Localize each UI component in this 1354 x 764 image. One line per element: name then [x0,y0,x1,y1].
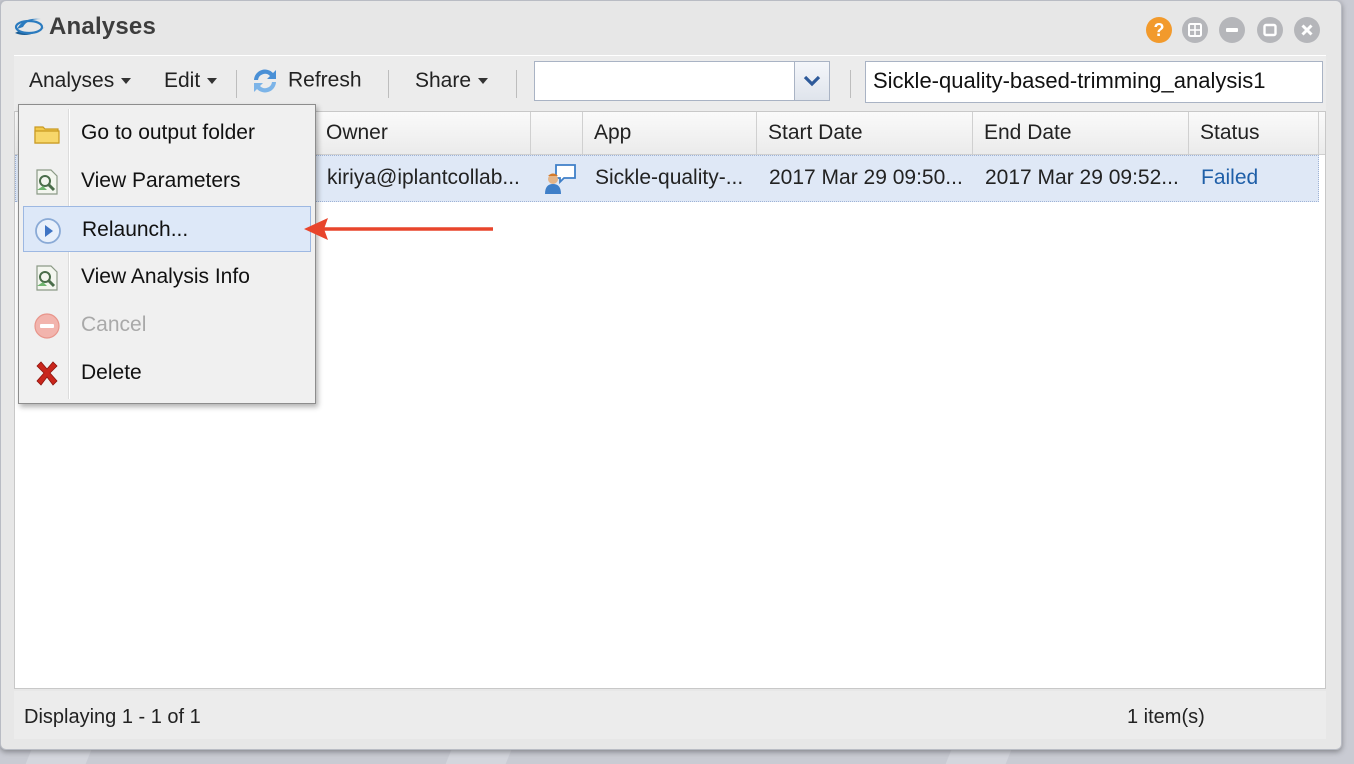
menu-item-label: Go to output folder [81,121,255,144]
analyses-menu-label: Analyses [29,69,115,92]
search-input[interactable]: Sickle-quality-based-trimming_analysis1 [865,61,1323,103]
filter-combobox[interactable] [534,61,830,101]
info-icon [33,264,61,292]
maximize-icon[interactable] [1257,17,1283,43]
caret-down-icon [121,78,132,85]
refresh-label: Refresh [288,68,362,92]
column-header-status[interactable]: Status [1189,112,1319,154]
item-count-text: 1 item(s) [1127,706,1205,728]
window-titlebar[interactable]: Analyses ? [1,1,1341,55]
menu-item-label: View Parameters [81,169,241,192]
view-params-icon [33,168,61,196]
help-icon[interactable]: ? [1146,17,1172,43]
cell-end-date: 2017 Mar 29 09:52... [985,166,1179,189]
caret-down-icon [478,78,489,85]
column-header-app[interactable]: App [583,112,757,154]
toolbar-divider [236,70,237,98]
displaying-text: Displaying 1 - 1 of 1 [24,706,201,728]
minimize-icon[interactable] [1219,17,1245,43]
menu-item-cancel[interactable]: Cancel [23,302,311,348]
column-header-start-date[interactable]: Start Date [757,112,973,154]
caret-down-icon [207,78,218,85]
column-header-owner[interactable]: Owner [315,112,531,154]
app-logo-icon [13,13,47,39]
share-menu-label: Share [415,69,472,92]
edit-menu-label: Edit [164,69,201,92]
refresh-button[interactable]: Refresh [249,65,362,97]
menu-item-label: Cancel [81,313,147,336]
menu-item-delete[interactable]: Delete [23,350,311,396]
close-icon[interactable] [1294,17,1320,43]
menu-item-go-to-output-folder[interactable]: Go to output folder [23,110,311,156]
toolbar-divider [516,70,517,98]
cell-start-date: 2017 Mar 29 09:50... [769,166,963,189]
delete-icon [33,360,61,388]
annotation-arrow [304,218,493,240]
toolbar-divider [388,70,389,98]
folder-icon [33,120,61,148]
status-bar: Displaying 1 - 1 of 1 1 item(s) [14,691,1326,739]
analyses-menu-button[interactable]: Analyses [29,69,132,93]
edit-menu-button[interactable]: Edit [164,69,218,93]
combobox-trigger[interactable] [794,62,829,100]
window-title: Analyses [49,13,156,40]
cell-app: Sickle-quality-... [595,166,744,189]
menu-item-relaunch[interactable]: Relaunch... [23,206,311,252]
column-header-end-date[interactable]: End Date [973,112,1189,154]
toolbar-divider [850,70,851,98]
layout-icon[interactable] [1182,17,1208,43]
column-header-comments[interactable] [531,112,583,154]
comment-user-icon[interactable] [538,156,578,201]
menu-item-label: Relaunch... [82,218,189,241]
refresh-icon [254,69,276,93]
cell-status-link[interactable]: Failed [1190,156,1310,201]
cell-owner: kiriya@iplantcollab... [327,166,520,189]
menu-item-label: View Analysis Info [81,265,250,288]
menu-item-view-parameters[interactable]: View Parameters [23,158,311,204]
analyses-context-menu: Go to output folder View Parameters Rela… [18,104,316,404]
menu-item-label: Delete [81,361,142,384]
share-menu-button[interactable]: Share [415,69,489,93]
cancel-icon [33,312,61,340]
menu-item-view-analysis-info[interactable]: View Analysis Info [23,254,311,300]
chevron-down-icon [803,75,821,87]
relaunch-icon [34,217,62,245]
